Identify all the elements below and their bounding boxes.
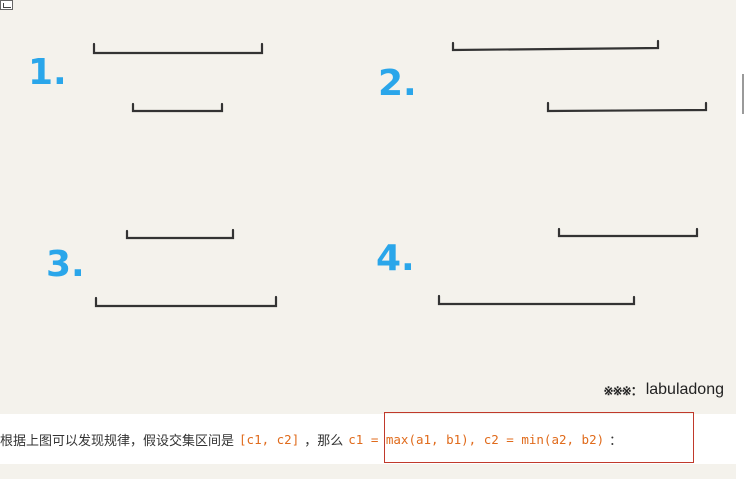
watermark-author: labuladong: [645, 381, 724, 398]
watermark-mark: ※※※：: [603, 383, 643, 398]
case2-interval-b: [546, 101, 708, 113]
scrollbar[interactable]: [736, 0, 749, 479]
text-prefix: 根据上图可以发现规律，假设交集区间是: [0, 433, 235, 449]
case-number-4: 4.: [376, 238, 415, 279]
interval-drawings: [92, 39, 708, 308]
case2-interval-a: [451, 39, 660, 52]
intervals-figure: 1. 2. 3. 4. ※※※： labuladong: [0, 0, 736, 414]
case4-interval-a: [557, 227, 699, 238]
case4-interval-b: [437, 294, 636, 306]
case3-interval-b: [94, 295, 278, 308]
case-number-2: 2.: [378, 63, 417, 104]
case-number-3: 3.: [46, 244, 85, 285]
scrollbar-thumb[interactable]: [742, 74, 744, 114]
case1-interval-b: [131, 102, 224, 113]
interval-code: [c1, c2]: [239, 431, 300, 447]
case-number-1: 1.: [28, 52, 67, 93]
case1-interval-a: [92, 42, 264, 55]
case3-interval-a: [125, 228, 235, 240]
highlight-box: [384, 412, 694, 463]
next-figure-edge: [0, 464, 736, 479]
text-middle: ，那么: [304, 433, 344, 449]
watermark: ※※※： labuladong: [604, 381, 724, 399]
